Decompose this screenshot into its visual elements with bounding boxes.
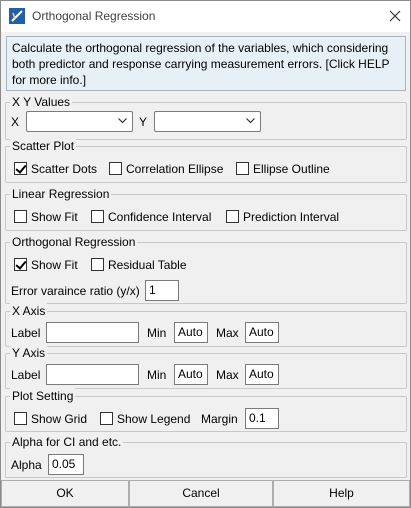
x-axis-min-input[interactable]: Auto [174,322,208,343]
linear-regression-legend: Linear Regression [10,186,112,202]
ellipse-outline-label: Ellipse Outline [253,162,330,176]
xy-values-group: X Y Values X Y [5,94,407,140]
prediction-interval-checkbox[interactable] [226,210,239,223]
linear-show-fit-label: Show Fit [31,210,78,224]
linear-regression-group: Linear Regression Show Fit Confidence In… [5,186,407,231]
y-axis-min-label: Min [147,368,167,382]
scatter-dots-checkbox[interactable] [14,162,27,175]
show-legend-label: Show Legend [117,412,191,426]
scatter-plot-legend: Scatter Plot [10,138,77,154]
cancel-button[interactable]: Cancel [129,480,273,507]
y-axis-max-label: Max [216,368,239,382]
chevron-down-icon [118,118,127,124]
orthogonal-regression-dialog: Orthogonal Regression Calculate the orth… [0,0,411,508]
x-axis-legend: X Axis [10,303,48,319]
x-axis-max-input[interactable]: Auto [245,322,279,343]
y-axis-max-input[interactable]: Auto [245,364,279,385]
description-text: Calculate the orthogonal regression of t… [6,36,406,91]
app-icon [9,8,25,24]
scatter-dots-label: Scatter Dots [31,162,98,176]
prediction-interval-label: Prediction Interval [243,210,340,224]
y-axis-label-label: Label [11,368,41,382]
orthogonal-regression-group: Orthogonal Regression Show Fit Residual … [5,234,407,304]
correlation-ellipse-checkbox[interactable] [109,162,122,175]
residual-table-label: Residual Table [108,258,187,272]
show-grid-label: Show Grid [31,412,88,426]
y-axis-legend: Y Axis [10,345,48,361]
ok-button[interactable]: OK [1,480,129,507]
x-axis-label-label: Label [11,326,41,340]
y-axis-label-input[interactable] [46,364,139,385]
linear-show-fit-checkbox[interactable] [14,210,27,223]
x-axis-label-input[interactable] [46,322,139,343]
show-legend-checkbox[interactable] [100,412,113,425]
scatter-plot-group: Scatter Plot Scatter Dots Correlation El… [5,138,407,183]
ellipse-outline-checkbox[interactable] [236,162,249,175]
xy-values-legend: X Y Values [10,94,73,110]
title-bar: Orthogonal Regression [1,1,410,32]
orthogonal-show-fit-checkbox[interactable] [14,258,27,271]
confidence-interval-checkbox[interactable] [91,210,104,223]
error-ratio-label: Error varaince ratio (y/x) [11,284,140,298]
x-label: X [11,115,20,129]
error-ratio-input[interactable]: 1 [145,280,179,301]
margin-label: Margin [201,412,238,426]
help-button[interactable]: Help [273,480,410,507]
x-axis-min-label: Min [147,326,167,340]
x-axis-max-label: Max [216,326,239,340]
plot-setting-group: Plot Setting Show Grid Show Legend Margi… [5,388,407,432]
confidence-interval-label: Confidence Interval [108,210,212,224]
y-select[interactable] [154,111,261,132]
alpha-input[interactable]: 0.05 [48,454,84,475]
orthogonal-regression-legend: Orthogonal Regression [10,234,138,250]
y-axis-min-input[interactable]: Auto [174,364,208,385]
orthogonal-show-fit-label: Show Fit [31,258,78,272]
alpha-label: Alpha [11,458,42,472]
chevron-down-icon [246,118,255,124]
show-grid-checkbox[interactable] [14,412,27,425]
button-bar: OK Cancel Help [1,480,410,507]
alpha-legend: Alpha for CI and etc. [10,434,124,450]
y-axis-group: Y Axis Label Min Auto Max Auto [5,345,407,389]
close-button[interactable] [380,1,410,32]
correlation-ellipse-label: Correlation Ellipse [126,162,224,176]
plot-setting-legend: Plot Setting [10,388,76,404]
y-label: Y [139,115,148,129]
residual-table-checkbox[interactable] [91,258,104,271]
x-select[interactable] [26,111,133,132]
close-icon [389,10,401,22]
alpha-group: Alpha for CI and etc. Alpha 0.05 [5,434,407,478]
x-axis-group: X Axis Label Min Auto Max Auto [5,303,407,347]
margin-input[interactable]: 0.1 [245,408,279,429]
window-title: Orthogonal Regression [32,9,156,23]
